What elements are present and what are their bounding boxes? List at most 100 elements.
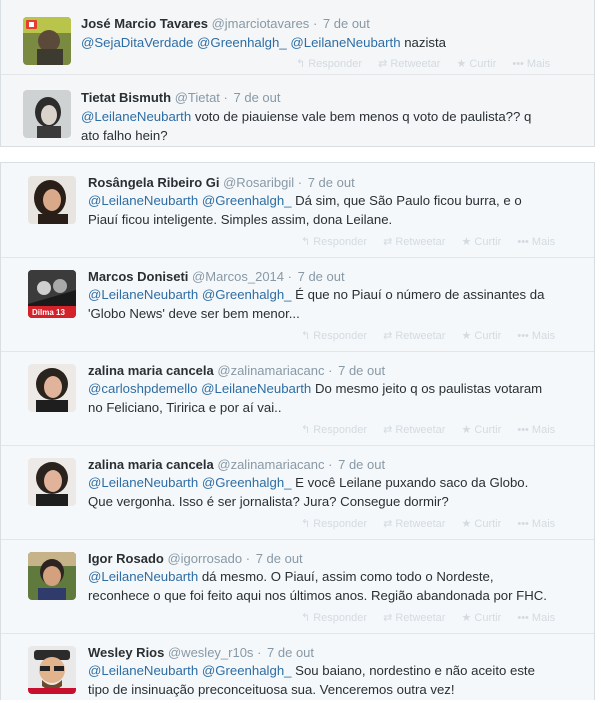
- user-handle[interactable]: @Marcos_2014: [192, 269, 284, 284]
- mention-link[interactable]: @SejaDitaVerdade: [81, 35, 193, 50]
- user-handle[interactable]: @igorrosado: [167, 551, 242, 566]
- mention-link[interactable]: @Greenhalgh_: [202, 475, 292, 490]
- star-icon: ★: [461, 518, 472, 530]
- mention-link[interactable]: @Greenhalgh_: [202, 193, 292, 208]
- tweet-time[interactable]: 7 de out: [308, 175, 355, 190]
- tweet-item: zalina maria cancela @zalinamariacanc · …: [1, 351, 594, 446]
- retweet-button[interactable]: ⇄ Retweetar: [383, 236, 445, 248]
- mention-link[interactable]: @LeilaneNeubarth: [290, 35, 400, 50]
- user-handle[interactable]: @zalinamariacanc: [217, 457, 324, 472]
- retweet-button[interactable]: ⇄ Retweetar: [383, 424, 445, 436]
- user-name[interactable]: zalina maria cancela: [88, 363, 214, 378]
- tweet-header: Wesley Rios @wesley_r10s · 7 de out: [88, 645, 315, 660]
- mention-link[interactable]: @Greenhalgh_: [197, 35, 287, 50]
- reply-button[interactable]: ↰ Responder: [301, 518, 367, 530]
- mention-link[interactable]: @LeilaneNeubarth: [88, 569, 198, 584]
- tweet-time[interactable]: 7 de out: [267, 645, 314, 660]
- tweet-text: @LeilaneNeubarth voto de piauiense vale …: [81, 109, 532, 143]
- user-handle[interactable]: @jmarciotavares: [212, 16, 310, 31]
- mention-link[interactable]: @LeilaneNeubarth: [88, 475, 198, 490]
- favorite-button[interactable]: ★ Curtir: [462, 424, 502, 436]
- tweet-card-replies: Rosângela Ribeiro Gi @Rosaribgil · 7 de …: [0, 162, 595, 700]
- tweet-actions: ↰ Responder ⇄ Retweetar ★ Curtir ••• Mais: [301, 235, 568, 248]
- reply-button[interactable]: ↰ Responder: [296, 58, 362, 70]
- more-button[interactable]: ••• Mais: [517, 612, 555, 624]
- mention-link[interactable]: @LeilaneNeubarth: [201, 381, 311, 396]
- reply-icon: ↰: [301, 330, 311, 342]
- user-handle[interactable]: @wesley_r10s: [168, 645, 253, 660]
- more-button[interactable]: ••• Mais: [517, 330, 555, 342]
- more-icon: •••: [517, 612, 529, 624]
- avatar[interactable]: [28, 458, 76, 506]
- tweet-text: @carloshpdemello @LeilaneNeubarth Do mes…: [88, 381, 543, 415]
- favorite-button[interactable]: ★ Curtir: [462, 330, 502, 342]
- user-handle[interactable]: @Tietat: [175, 90, 220, 105]
- tweet-item: Wesley Rios @wesley_r10s · 7 de out @Lei…: [1, 633, 594, 703]
- more-button[interactable]: ••• Mais: [517, 236, 555, 248]
- avatar[interactable]: [28, 646, 76, 694]
- tweet-card-top: José Marcio Tavares @jmarciotavares · 7 …: [0, 0, 595, 147]
- tweet-header: zalina maria cancela @zalinamariacanc · …: [88, 457, 386, 472]
- more-button[interactable]: ••• Mais: [512, 58, 550, 70]
- user-handle[interactable]: @zalinamariacanc: [217, 363, 324, 378]
- retweet-button[interactable]: ⇄ Retweetar: [383, 612, 445, 624]
- tweet-item: Igor Rosado @igorrosado · 7 de out @Leil…: [1, 539, 594, 634]
- mention-link[interactable]: @LeilaneNeubarth: [88, 663, 198, 678]
- user-name[interactable]: Wesley Rios: [88, 645, 164, 660]
- reply-icon: ↰: [301, 518, 311, 530]
- avatar[interactable]: Dilma 13: [28, 270, 76, 318]
- mention-link[interactable]: @Greenhalgh_: [202, 663, 292, 678]
- favorite-button[interactable]: ★ Curtir: [462, 236, 502, 248]
- more-button[interactable]: ••• Mais: [517, 424, 555, 436]
- star-icon: ★: [461, 330, 472, 342]
- mention-link[interactable]: @Greenhalgh_: [202, 287, 292, 302]
- favorite-button[interactable]: ★ Curtir: [457, 58, 497, 70]
- retweet-icon: ⇄: [383, 236, 393, 248]
- avatar[interactable]: [28, 552, 76, 600]
- user-name[interactable]: Tietat Bismuth: [81, 90, 171, 105]
- more-button[interactable]: ••• Mais: [517, 518, 555, 530]
- retweet-button[interactable]: ⇄ Retweetar: [383, 330, 445, 342]
- user-name[interactable]: Rosângela Ribeiro Gi: [88, 175, 219, 190]
- reply-icon: ↰: [296, 58, 306, 70]
- avatar[interactable]: [28, 364, 76, 412]
- reply-icon: ↰: [301, 424, 311, 436]
- star-icon: ★: [461, 236, 472, 248]
- more-icon: •••: [517, 518, 529, 530]
- user-name[interactable]: Igor Rosado: [88, 551, 164, 566]
- reply-button[interactable]: ↰ Responder: [301, 330, 367, 342]
- avatar[interactable]: [28, 176, 76, 224]
- mention-link[interactable]: @carloshpdemello: [88, 381, 197, 396]
- tweet-time[interactable]: 7 de out: [298, 269, 345, 284]
- favorite-button[interactable]: ★ Curtir: [462, 612, 502, 624]
- tweet-time[interactable]: 7 de out: [234, 90, 281, 105]
- retweet-button[interactable]: ⇄ Retweetar: [383, 518, 445, 530]
- tweet-header: Igor Rosado @igorrosado · 7 de out: [88, 551, 303, 566]
- star-icon: ★: [456, 58, 467, 70]
- user-handle[interactable]: @Rosaribgil: [223, 175, 294, 190]
- user-name[interactable]: Marcos Doniseti: [88, 269, 188, 284]
- tweet-time[interactable]: 7 de out: [256, 551, 303, 566]
- tweet-time[interactable]: 7 de out: [338, 363, 385, 378]
- more-icon: •••: [517, 330, 529, 342]
- retweet-icon: ⇄: [383, 612, 393, 624]
- tweet-time[interactable]: 7 de out: [323, 16, 370, 31]
- avatar-badge: Dilma 13: [32, 308, 65, 317]
- mention-link[interactable]: @LeilaneNeubarth: [88, 193, 198, 208]
- user-name[interactable]: zalina maria cancela: [88, 457, 214, 472]
- favorite-button[interactable]: ★ Curtir: [462, 518, 502, 530]
- avatar[interactable]: [23, 17, 71, 65]
- retweet-button[interactable]: ⇄ Retweetar: [378, 58, 440, 70]
- avatar[interactable]: [23, 90, 71, 138]
- retweet-icon: ⇄: [378, 58, 388, 70]
- tweet-item: Tietat Bismuth @Tietat · 7 de out @Leila…: [1, 75, 594, 147]
- mention-link[interactable]: @LeilaneNeubarth: [81, 109, 191, 124]
- reply-button[interactable]: ↰ Responder: [301, 612, 367, 624]
- reply-button[interactable]: ↰ Responder: [301, 236, 367, 248]
- reply-button[interactable]: ↰ Responder: [301, 424, 367, 436]
- user-name[interactable]: José Marcio Tavares: [81, 16, 208, 31]
- tweet-time[interactable]: 7 de out: [338, 457, 385, 472]
- star-icon: ★: [461, 612, 472, 624]
- mention-link[interactable]: @LeilaneNeubarth: [88, 287, 198, 302]
- tweet-text: @LeilaneNeubarth @Greenhalgh_ É que no P…: [88, 287, 545, 321]
